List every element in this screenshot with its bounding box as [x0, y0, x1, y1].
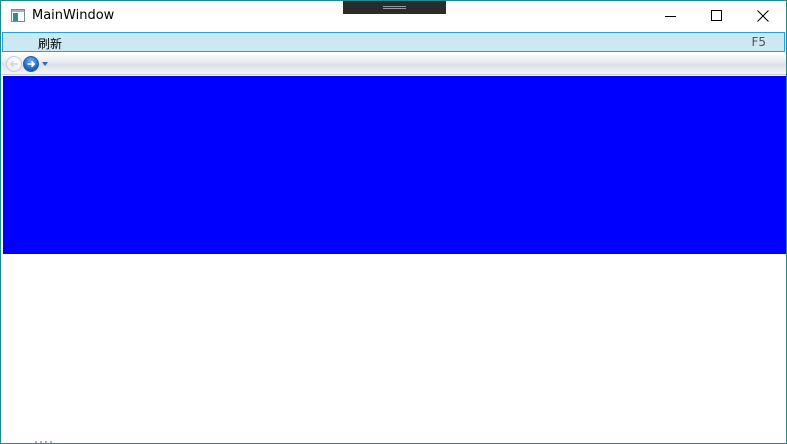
menu-item-label: 刷新 — [38, 37, 63, 51]
resize-grip — [35, 441, 55, 443]
window-app-icon — [11, 9, 25, 22]
minimize-icon — [665, 16, 676, 17]
menu-item-refresh[interactable]: 刷新 F5 — [2, 32, 785, 52]
top-drag-handle[interactable] — [343, 1, 446, 14]
back-button[interactable] — [6, 56, 22, 72]
navigation-toolbar — [2, 53, 786, 75]
minimize-button[interactable] — [648, 1, 694, 31]
back-arrow-icon — [9, 60, 18, 68]
window-title: MainWindow — [32, 8, 115, 23]
maximize-icon — [711, 10, 722, 21]
content-area — [2, 76, 786, 443]
main-window: MainWindow 刷新 F5 — [0, 0, 787, 444]
history-dropdown-icon[interactable] — [42, 62, 48, 66]
title-bar[interactable]: MainWindow — [1, 1, 786, 31]
close-icon — [757, 10, 769, 22]
maximize-button[interactable] — [694, 1, 740, 31]
close-button[interactable] — [740, 1, 786, 31]
blue-panel — [3, 76, 786, 254]
forward-button[interactable] — [23, 56, 39, 72]
menu-item-shortcut: F5 — [751, 35, 766, 49]
forward-arrow-icon — [27, 60, 36, 68]
